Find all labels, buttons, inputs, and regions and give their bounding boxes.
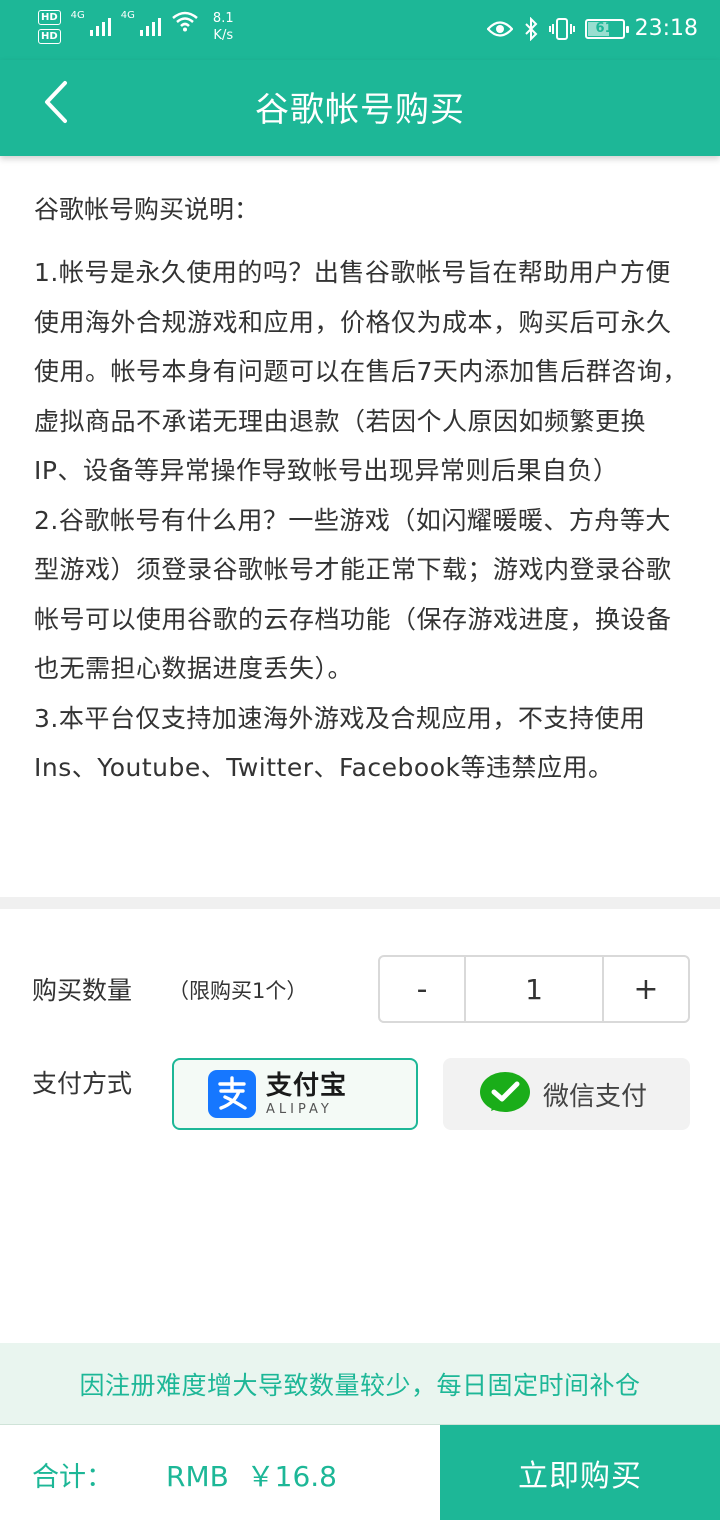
payment-row: 支付方式 支付宝 ALIPAY 微信支付 [32, 1058, 690, 1130]
buy-now-button[interactable]: 立即购买 [440, 1425, 720, 1520]
bluetooth-icon [524, 16, 538, 41]
vibrate-icon [548, 17, 575, 40]
decrease-button[interactable]: - [380, 957, 464, 1021]
wechat-pay-label: 微信支付 [543, 1081, 648, 1112]
restock-notice-text: 因注册难度增大导致数量较少，每日固定时间补仓 [79, 1370, 641, 1400]
status-bar-left: HD HD 4G 4G 8.1 K/s [38, 10, 234, 44]
eye-icon [486, 20, 513, 37]
quantity-stepper: - 1 + [378, 955, 690, 1023]
signal-icon-sim2: 4G [121, 10, 161, 36]
status-bar-right: 61 23:18 [486, 16, 698, 41]
battery-icon: 61 [584, 18, 629, 39]
total-label: 合计： [32, 1462, 113, 1493]
alipay-name: 支付宝 [266, 1070, 348, 1101]
alipay-name-en: ALIPAY [266, 1101, 333, 1117]
description-title: 谷歌帐号购买说明： [34, 195, 260, 224]
page-title: 谷歌帐号购买 [255, 90, 465, 130]
wechat-pay-option[interactable]: 微信支付 [443, 1058, 690, 1130]
total-price: RMB ￥16.8 [166, 1460, 337, 1493]
hd-badge-1: HD [38, 10, 61, 25]
checkout-bar: 合计： RMB ￥16.8 立即购买 [0, 1425, 720, 1520]
title-bar: 谷歌帐号购买 [0, 60, 720, 156]
payment-label: 支付方式 [32, 1069, 133, 1098]
description-paragraph-3: 3.本平台仅支持加速海外游戏及合规应用，不支持使用Ins、Youtube、Twi… [34, 703, 646, 783]
battery-level: 61 [595, 20, 614, 36]
status-bar: HD HD 4G 4G 8.1 K/s 61 23:18 [0, 0, 720, 60]
alipay-icon [208, 1070, 256, 1118]
purchase-description: 谷歌帐号购买说明： 1.帐号是永久使用的吗？出售谷歌帐号旨在帮助用户方便使用海外… [34, 190, 690, 793]
signal-icon-sim1: 4G [71, 10, 111, 36]
quantity-limit: （限购买1个） [168, 979, 308, 1003]
clock: 23:18 [634, 16, 698, 41]
alipay-wordmark: 支付宝 ALIPAY [266, 1073, 347, 1116]
network-speed: 8.1 K/s [212, 11, 234, 43]
description-paragraph-1: 1.帐号是永久使用的吗？出售谷歌帐号旨在帮助用户方便使用海外合规游戏和应用，价格… [34, 258, 688, 485]
restock-notice: 因注册难度增大导致数量较少，每日固定时间补仓 [0, 1343, 720, 1425]
quantity-value[interactable]: 1 [464, 957, 604, 1021]
wifi-icon [172, 11, 198, 32]
wechat-pay-icon [480, 1072, 530, 1112]
hd-indicators: HD HD [38, 10, 61, 44]
hd-badge-2: HD [38, 29, 61, 44]
quantity-label: 购买数量 [32, 976, 133, 1005]
increase-button[interactable]: + [604, 957, 688, 1021]
quantity-row: 购买数量 （限购买1个） - 1 + [32, 955, 690, 1023]
alipay-option[interactable]: 支付宝 ALIPAY [172, 1058, 418, 1130]
description-paragraph-2: 2.谷歌帐号有什么用？一些游戏（如闪耀暖暖、方舟等大型游戏）须登录谷歌帐号才能正… [34, 505, 672, 684]
section-divider [0, 897, 720, 909]
